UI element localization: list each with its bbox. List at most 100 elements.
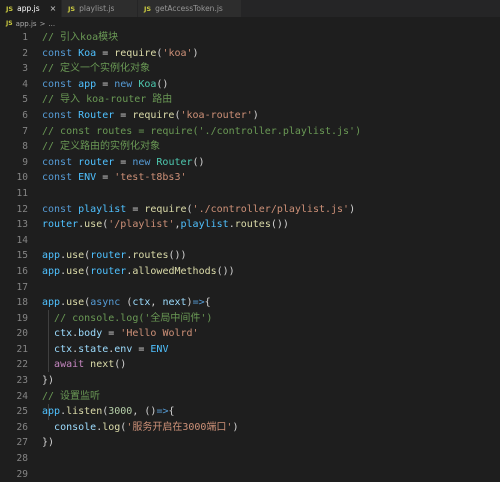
code-line[interactable]: 14 — [0, 233, 500, 249]
line-number: 16 — [16, 265, 28, 277]
code-line[interactable]: 9 const router = new Router() — [0, 155, 500, 171]
code-token: '服务开启在3000端口' — [126, 421, 233, 433]
code-line[interactable]: 7 // const routes = require('./controller… — [0, 124, 500, 140]
code-token: // 导入 koa-router 路由 — [42, 94, 173, 106]
code-line[interactable]: 5 // 导入 koa-router 路由 — [0, 92, 500, 108]
code-token: const — [42, 78, 79, 90]
code-text: await next() — [42, 357, 126, 373]
code-line[interactable]: 19 // console.log('全局中间件') — [0, 311, 500, 327]
line-number: 18 — [16, 297, 28, 309]
code-token: use — [66, 250, 85, 262]
code-token: const — [42, 109, 79, 121]
code-token: env — [114, 343, 133, 355]
code-token: 'Hello Wolrd' — [120, 328, 199, 340]
code-line[interactable]: 22 await next() — [0, 357, 500, 373]
code-token: app — [42, 250, 61, 262]
code-token: 'koa' — [162, 47, 193, 59]
close-icon[interactable]: × — [50, 4, 57, 13]
line-number: 19 — [16, 312, 28, 324]
code-line[interactable]: 15 app.use(router.routes()) — [0, 248, 500, 264]
code-token: => — [156, 406, 169, 418]
code-line[interactable]: 13 router.use('/playlist',playlist.routes… — [0, 217, 500, 233]
code-line[interactable]: 6 const Router = require('koa-router') — [0, 108, 500, 124]
breadcrumb-more[interactable]: ... — [48, 20, 55, 28]
code-text: const ENV = 'test-t8bs3' — [42, 170, 187, 186]
code-token: ENV — [150, 343, 169, 355]
line-number: 28 — [16, 453, 28, 465]
code-token: listen — [66, 406, 103, 418]
tab-playlist-js[interactable]: JS playlist.js — [62, 0, 138, 17]
code-token: use — [66, 297, 85, 309]
code-token: const — [42, 203, 79, 215]
tab-label: getAccessToken.js — [155, 4, 223, 13]
line-number: 12 — [16, 203, 28, 215]
code-token: () — [192, 156, 205, 168]
code-text: const Router = require('koa-router') — [42, 108, 259, 124]
code-token: allowedMethods — [132, 265, 217, 277]
code-line[interactable]: 20 ctx.body = 'Hello Wolrd' — [0, 326, 500, 342]
code-token: // 引入koa模块 — [42, 32, 119, 43]
code-token: = — [96, 78, 115, 90]
code-line[interactable]: 2 const Koa = require('koa') — [0, 46, 500, 62]
code-token: router — [78, 156, 115, 168]
code-token: ctx — [54, 328, 73, 340]
code-token: ()) — [216, 265, 235, 277]
code-editor[interactable]: 1 // 引入koa模块 2 const Koa = require('koa') 3 /… — [0, 30, 500, 480]
code-token: = — [96, 47, 115, 59]
code-line[interactable]: 25 app.listen(3000, ()=>{ — [0, 404, 500, 420]
code-line[interactable]: 28 — [0, 451, 500, 467]
code-text: // 引入koa模块 — [42, 30, 118, 46]
code-text: // 导入 koa-router 路由 — [42, 92, 172, 108]
line-number: 27 — [16, 437, 28, 449]
code-line[interactable]: 26 console.log('服务开启在3000端口') — [0, 420, 500, 436]
code-line[interactable]: 11 — [0, 186, 500, 202]
line-number: 23 — [16, 375, 28, 387]
line-number: 3 — [22, 63, 28, 75]
code-line[interactable]: 21 ctx.state.env = ENV — [0, 342, 500, 358]
line-number: 26 — [16, 421, 28, 433]
code-line[interactable]: 24 // 设置监听 — [0, 389, 500, 405]
tab-label: app.js — [17, 4, 40, 13]
line-number: 22 — [16, 359, 28, 371]
code-token: '/playlist' — [108, 219, 175, 231]
code-line[interactable]: 16 app.use(router.allowedMethods()) — [0, 264, 500, 280]
code-token: const — [42, 156, 79, 168]
code-text: ctx.state.env = ENV — [42, 342, 168, 358]
code-line[interactable]: 18 app.use(async (ctx, next)=>{ — [0, 295, 500, 311]
code-line[interactable]: 3 // 定义一个实例化对象 — [0, 61, 500, 77]
code-line[interactable]: 27}) — [0, 435, 500, 451]
code-token: // 设置监听 — [42, 390, 101, 402]
code-token: ) — [252, 109, 259, 121]
code-line[interactable]: 23}) — [0, 373, 500, 389]
code-text: app.use(router.routes()) — [42, 248, 187, 264]
tab-app-js[interactable]: JS app.js × — [0, 0, 62, 17]
code-token: async — [90, 297, 127, 309]
code-token: , () — [132, 406, 157, 418]
code-token: // const routes = require('./controller.… — [42, 125, 362, 137]
line-number: 9 — [22, 156, 28, 168]
code-line[interactable]: 4 const app = new Koa() — [0, 77, 500, 93]
code-token: = — [96, 172, 115, 184]
tab-getaccesstoken-js[interactable]: JS getAccessToken.js — [138, 0, 242, 17]
code-token: const — [42, 47, 79, 59]
code-token: routes — [234, 219, 271, 231]
code-token: router — [42, 219, 79, 231]
code-line[interactable]: 10 const ENV = 'test-t8bs3' — [0, 170, 500, 186]
code-token: () — [114, 359, 127, 371]
line-number: 10 — [16, 172, 28, 184]
code-line[interactable]: 8 // 定义路由的实例化对象 — [0, 139, 500, 155]
code-line[interactable]: 1 // 引入koa模块 — [0, 30, 500, 46]
code-token: playlist — [180, 219, 229, 231]
code-token: './controller/playlist.js' — [192, 203, 350, 215]
code-line[interactable]: 29 — [0, 467, 500, 482]
code-line[interactable]: 12 const playlist = require('./controller… — [0, 202, 500, 218]
code-text: // const routes = require('./controller.… — [42, 124, 361, 140]
breadcrumb-file[interactable]: app.js — [16, 20, 37, 28]
code-token: next — [162, 297, 187, 309]
code-token: console — [54, 421, 97, 433]
code-line[interactable]: 17 — [0, 280, 500, 296]
breadcrumb-separator: > — [39, 19, 46, 28]
code-token: log — [102, 421, 121, 433]
